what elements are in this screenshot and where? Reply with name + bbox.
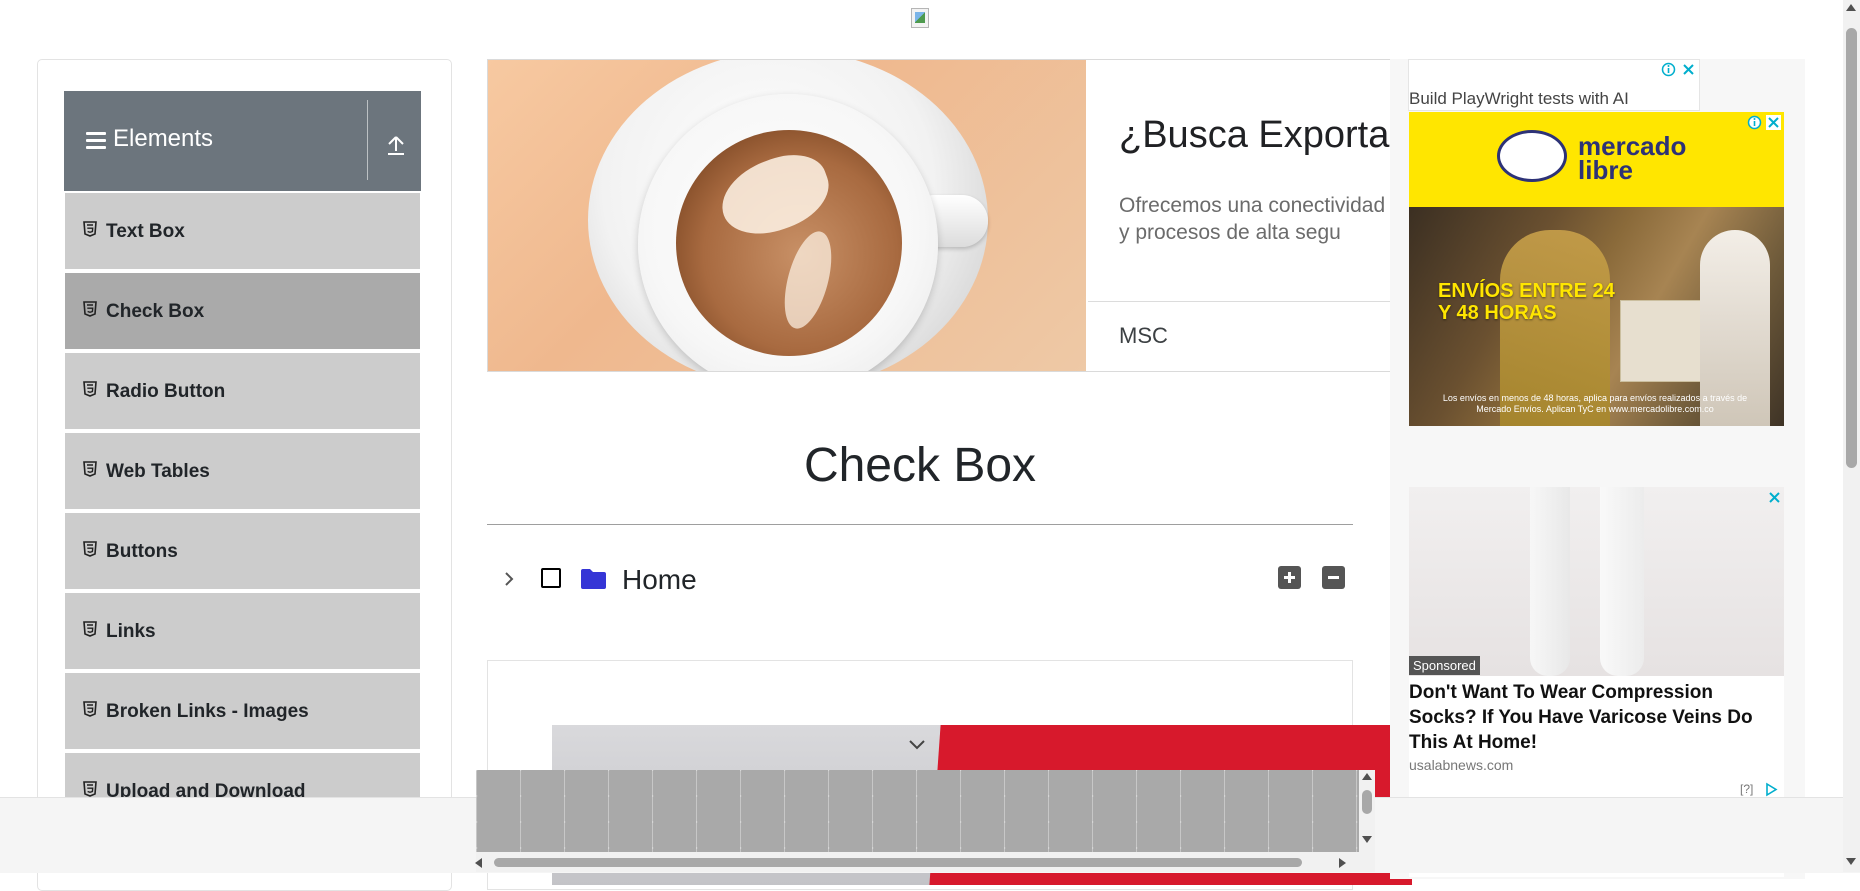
page-title: Check Box [803, 439, 1037, 492]
sidebar-item-web-tables[interactable]: Web Tables [65, 433, 420, 511]
sidebar-item-broken-links[interactable]: Broken Links - Images [65, 673, 420, 751]
group-title: Elements [113, 125, 214, 152]
html5-icon [83, 221, 97, 237]
sidebar-item-buttons[interactable]: Buttons [65, 513, 420, 591]
chevron-right-icon[interactable] [500, 570, 518, 588]
html5-icon [83, 701, 97, 717]
close-icon[interactable] [1766, 115, 1781, 130]
sidebar-item-links[interactable]: Links [65, 593, 420, 671]
scroll-up-arrow-icon[interactable] [1362, 773, 1372, 780]
sidebar-item-label: Web Tables [106, 461, 210, 482]
mercadolibre-headline: ENVÍOS ENTRE 24 Y 48 HORAS [1438, 280, 1615, 324]
page-scroll-down-icon[interactable] [1846, 858, 1856, 865]
bottom-ad-vertical-thumb[interactable] [1362, 790, 1372, 814]
html5-icon [83, 541, 97, 557]
html5-icon [83, 461, 97, 477]
leg-figure [1600, 487, 1644, 676]
close-icon[interactable] [1681, 62, 1696, 77]
bottom-ad-pattern[interactable] [476, 770, 1359, 852]
upload-arrow-icon[interactable] [385, 133, 407, 157]
collapse-all-button[interactable] [1322, 566, 1345, 589]
sidebar-item-label: Buttons [106, 541, 178, 562]
ad-help-link[interactable]: [?] [1740, 782, 1753, 796]
sidebar-item-label: Links [106, 621, 156, 642]
adchoices-icon[interactable] [1747, 115, 1762, 130]
page-scrollbar-thumb[interactable] [1846, 28, 1857, 468]
expand-all-button[interactable] [1278, 566, 1301, 589]
banner-ad[interactable]: ¿Busca Exportar C Ofrecemos una conectiv… [487, 59, 1487, 372]
sponsored-ad-source[interactable]: usalabnews.com [1409, 757, 1513, 773]
tree-node-label[interactable]: Home [622, 564, 697, 596]
header-divider [367, 100, 368, 180]
hamburger-icon [86, 132, 106, 150]
coffee-cup-image [488, 60, 1086, 371]
sidebar-item-label: Radio Button [106, 381, 226, 402]
title-divider [487, 524, 1353, 525]
sidebar-item-check-box[interactable]: Check Box [65, 273, 420, 351]
bottom-ad-horizontal-thumb[interactable] [494, 858, 1302, 867]
sidebar-item-label: Check Box [106, 301, 205, 322]
chevron-down-icon[interactable] [907, 738, 927, 752]
mercadolibre-logo-text: mercado libre [1578, 131, 1687, 185]
page-scroll-up-icon[interactable] [1846, 4, 1856, 11]
sidebar-item-text-box[interactable]: Text Box [65, 193, 420, 271]
sock-ad-image[interactable] [1409, 487, 1784, 676]
scroll-right-arrow-icon[interactable] [1339, 858, 1346, 868]
mercadolibre-fine-print: Los envíos en menos de 48 horas, aplica … [1442, 393, 1748, 414]
html5-icon [83, 381, 97, 397]
close-icon[interactable] [1767, 490, 1782, 505]
sidebar-item-label: Broken Links - Images [106, 701, 309, 722]
adchoices-icon[interactable] [1661, 62, 1676, 77]
scroll-left-arrow-icon[interactable] [475, 858, 482, 868]
broken-ad-alt-text: Build PlayWright tests with AI [1409, 89, 1629, 108]
scroll-down-arrow-icon[interactable] [1362, 836, 1372, 843]
handshake-icon [1497, 130, 1567, 182]
html5-icon [83, 621, 97, 637]
broken-image [911, 8, 929, 28]
html5-icon [83, 301, 97, 317]
html5-icon [83, 781, 97, 797]
sponsored-ad-headline[interactable]: Don't Want To Wear Compression Socks? If… [1409, 680, 1779, 755]
leg-figure [1530, 487, 1570, 676]
sidebar-item-label: Text Box [106, 221, 185, 242]
sidebar-item-radio-button[interactable]: Radio Button [65, 353, 420, 431]
folder-icon [581, 569, 606, 589]
adchoices-icon[interactable] [1764, 782, 1779, 797]
sponsored-badge: Sponsored [1409, 656, 1480, 675]
banner-ad-brand[interactable]: MSC [1119, 323, 1168, 349]
home-checkbox[interactable] [541, 568, 561, 588]
